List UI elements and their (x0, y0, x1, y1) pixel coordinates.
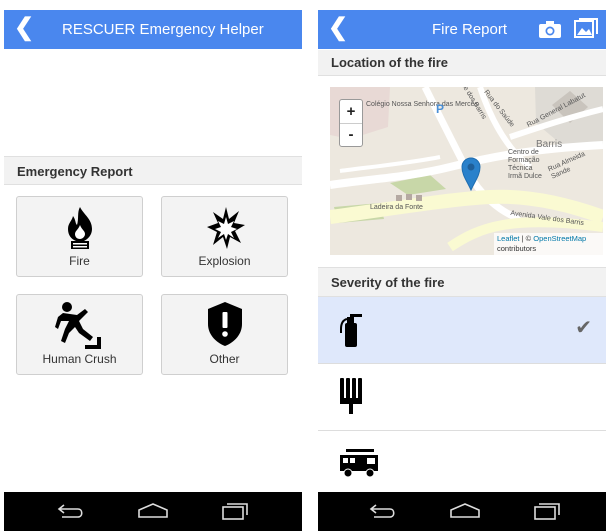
attribution-contributors: contributors (497, 244, 537, 253)
home-nav-icon[interactable] (448, 501, 482, 521)
home-nav-icon[interactable] (136, 501, 170, 521)
location-map[interactable]: Colégio Nossa Senhora das Mercês P Vale … (330, 87, 603, 255)
openstreetmap-link[interactable]: OpenStreetMap (533, 234, 586, 243)
back-arrow-icon[interactable]: ❮ (14, 15, 34, 41)
explosion-label: Explosion (198, 254, 251, 268)
explosion-icon (207, 207, 245, 249)
back-nav-icon[interactable] (56, 501, 86, 521)
zoom-in-button[interactable]: + (340, 100, 362, 124)
map-label-ladeira: Ladeira da Fonte (370, 204, 423, 211)
severity-option-hose[interactable] (318, 364, 606, 431)
human-crush-icon (55, 302, 101, 349)
other-tile-button[interactable]: Other (161, 294, 288, 375)
leaflet-link[interactable]: Leaflet (497, 234, 520, 243)
map-label-centro: Centro de Formação Técnica Irmã Dulce (508, 149, 542, 180)
other-label: Other (209, 352, 240, 366)
map-label-colegio: Colégio Nossa Senhora das Mercês (366, 101, 479, 108)
severity-header: Severity of the fire (318, 267, 606, 297)
fire-label: Fire (69, 254, 90, 268)
map-attribution: Leaflet | © OpenStreetMap contributors (494, 233, 603, 255)
map-label-barris: Barris (536, 139, 563, 150)
app-bar: ❮ RESCUER Emergency Helper (4, 10, 302, 49)
severity-option-extinguisher[interactable]: ✔ (318, 297, 606, 364)
app-title: RESCUER Emergency Helper (62, 21, 264, 38)
severity-option-truck[interactable] (318, 431, 606, 497)
system-nav-bar (4, 492, 302, 531)
back-arrow-icon[interactable]: ❮ (328, 15, 348, 41)
emergency-helper-screen: ❮ RESCUER Emergency Helper Emergency Rep… (4, 0, 302, 531)
human-crush-label: Human Crush (42, 352, 117, 366)
fire-report-screen: ❮ Fire Report Location of the fire Colég… (318, 0, 606, 531)
fire-icon (68, 207, 92, 249)
app-bar: ❮ Fire Report (318, 10, 606, 49)
explosion-tile-button[interactable]: Explosion (161, 196, 288, 277)
selected-check-icon: ✔ (575, 317, 592, 339)
map-label-parking: P (436, 102, 445, 116)
recents-nav-icon[interactable] (220, 501, 250, 521)
location-header: Location of the fire (318, 50, 606, 76)
recents-nav-icon[interactable] (532, 501, 562, 521)
fire-hose-icon (340, 378, 362, 414)
fire-truck-icon (340, 449, 378, 478)
map-zoom-control: + - (339, 99, 363, 147)
app-title: Fire Report (432, 21, 508, 38)
back-nav-icon[interactable] (368, 501, 398, 521)
gallery-icon[interactable] (574, 18, 598, 40)
system-nav-bar (318, 492, 606, 531)
emergency-report-header: Emergency Report (4, 156, 302, 185)
zoom-out-button[interactable]: - (340, 123, 362, 146)
attribution-separator: | © (519, 234, 534, 243)
fire-extinguisher-icon (340, 314, 362, 347)
fire-tile-button[interactable]: Fire (16, 196, 143, 277)
other-shield-icon (208, 302, 242, 346)
location-marker-icon[interactable] (461, 157, 481, 191)
camera-icon[interactable] (538, 19, 562, 39)
human-crush-tile-button[interactable]: Human Crush (16, 294, 143, 375)
